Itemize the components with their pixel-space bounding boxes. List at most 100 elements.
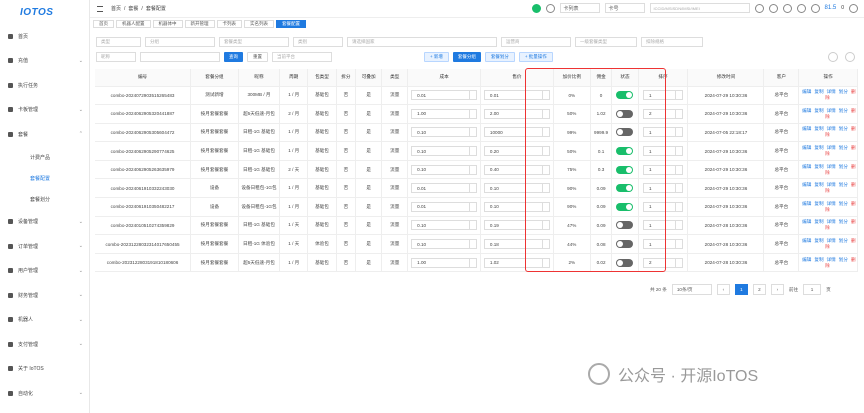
add-button[interactable]: + 新增	[424, 52, 449, 62]
action-2[interactable]: 详情	[827, 89, 836, 94]
action-1[interactable]: 复制	[814, 219, 823, 224]
filter-select-0[interactable]: 类型	[96, 37, 141, 47]
goto-input[interactable]: 1	[803, 284, 822, 295]
stepper-icon[interactable]	[674, 127, 682, 138]
sidebar2-5[interactable]: 支付管理 ⌄	[0, 332, 89, 357]
sort-input[interactable]: 1	[642, 146, 683, 157]
save-icon[interactable]	[545, 3, 555, 13]
sort-input[interactable]: 1	[642, 164, 683, 175]
font-size-icon[interactable]	[810, 3, 820, 13]
stepper-icon[interactable]	[469, 239, 476, 250]
help-icon[interactable]	[531, 3, 541, 13]
name-input-2[interactable]	[140, 52, 220, 62]
cost-input[interactable]: 1.00	[411, 108, 478, 119]
status-toggle[interactable]	[616, 202, 634, 211]
action-0[interactable]: 编辑	[802, 108, 811, 113]
action-3[interactable]: 划分	[839, 89, 848, 94]
cost-input[interactable]: 0.10	[411, 164, 478, 175]
reset-button[interactable]: 重置	[247, 52, 268, 62]
stepper-icon[interactable]	[541, 220, 549, 231]
page-size-select[interactable]: 10条/页	[671, 284, 712, 295]
cost-input[interactable]: 0.01	[411, 90, 478, 101]
tab-6[interactable]: 套餐配置	[276, 20, 306, 28]
status-toggle[interactable]	[616, 258, 634, 267]
tab-0[interactable]: 首页	[93, 20, 114, 28]
cost-input[interactable]: 0.10	[411, 127, 478, 138]
fullscreen-icon[interactable]	[796, 3, 806, 13]
card-type-select[interactable]: 卡号	[604, 3, 645, 13]
stepper-icon[interactable]	[469, 90, 476, 101]
sort-input[interactable]: 1	[642, 239, 683, 250]
action-1[interactable]: 复制	[814, 108, 823, 113]
cloud-icon[interactable]	[768, 3, 778, 13]
action-3[interactable]: 划分	[839, 182, 848, 187]
action-1[interactable]: 复制	[814, 126, 823, 131]
action-3[interactable]: 划分	[839, 238, 848, 243]
search-input[interactable]: ICCID/MSISDN/IMSI/IMEI	[649, 3, 750, 13]
stepper-icon[interactable]	[674, 257, 682, 268]
sidebar2-2[interactable]: 用户管理 ⌄	[0, 259, 89, 284]
action-3[interactable]: 划分	[839, 164, 848, 169]
tab-5[interactable]: 实名列表	[244, 20, 274, 28]
sort-input[interactable]: 2	[642, 108, 683, 119]
stepper-icon[interactable]	[541, 146, 549, 157]
price-input[interactable]: 0.20	[483, 146, 550, 157]
cost-input[interactable]: 0.10	[411, 146, 478, 157]
submenu-item-0[interactable]: 计费产品	[0, 147, 89, 168]
action-0[interactable]: 编辑	[802, 219, 811, 224]
group-button[interactable]: 套餐分组	[452, 52, 481, 62]
sidebar-1[interactable]: 充值 ⌄	[0, 49, 89, 74]
sidebar-2[interactable]: 执行任务	[0, 73, 89, 98]
settings-icon[interactable]	[845, 52, 855, 62]
sidebar2-7[interactable]: 自动化 ⌄	[0, 381, 89, 406]
stepper-icon[interactable]	[674, 239, 682, 250]
stepper-icon[interactable]	[674, 90, 682, 101]
action-2[interactable]: 详情	[827, 182, 836, 187]
cost-input[interactable]: 0.10	[411, 239, 478, 250]
action-3[interactable]: 划分	[839, 257, 848, 262]
action-1[interactable]: 复制	[814, 164, 823, 169]
stepper-icon[interactable]	[541, 201, 549, 212]
price-input[interactable]: 0.40	[483, 164, 550, 175]
tab-1[interactable]: 机器人配置	[116, 20, 151, 28]
lang-select[interactable]: 0	[841, 5, 844, 11]
tab-4[interactable]: 卡列表	[216, 20, 242, 28]
action-0[interactable]: 编辑	[802, 126, 811, 131]
stepper-icon[interactable]	[469, 220, 476, 231]
action-1[interactable]: 复制	[814, 257, 823, 262]
cost-input[interactable]: 0.01	[411, 201, 478, 212]
logo[interactable]: IOTOS	[0, 0, 89, 24]
filter-select-4[interactable]: 请选择国家	[347, 37, 497, 47]
submenu-item-2[interactable]: 套餐划分	[0, 189, 89, 210]
stepper-icon[interactable]	[674, 183, 682, 194]
action-2[interactable]: 详情	[827, 126, 836, 131]
action-3[interactable]: 划分	[839, 201, 848, 206]
status-toggle[interactable]	[616, 184, 634, 193]
filter-select-5[interactable]: 运营商	[501, 37, 571, 47]
status-toggle[interactable]	[616, 109, 634, 118]
action-1[interactable]: 复制	[814, 145, 823, 150]
price-input[interactable]: 0.01	[483, 90, 550, 101]
stepper-icon[interactable]	[469, 183, 476, 194]
action-2[interactable]: 详情	[827, 238, 836, 243]
prev-page-button[interactable]: ‹	[716, 284, 730, 295]
batch-button[interactable]: + 批量操作	[518, 52, 553, 62]
status-toggle[interactable]	[616, 165, 634, 174]
menu-toggle-icon[interactable]	[97, 5, 103, 12]
tab-3[interactable]: 新开管理	[184, 20, 215, 28]
stepper-icon[interactable]	[541, 183, 549, 194]
cost-input[interactable]: 1.00	[411, 257, 478, 268]
price-input[interactable]: 10000	[483, 127, 550, 138]
price-input[interactable]: 1.02	[483, 257, 550, 268]
action-2[interactable]: 详情	[827, 219, 836, 224]
action-3[interactable]: 划分	[839, 145, 848, 150]
stepper-icon[interactable]	[541, 127, 549, 138]
status-toggle[interactable]	[616, 91, 634, 100]
breadcrumb-item[interactable]: 首页	[111, 6, 121, 12]
filter-select-6[interactable]: 一级套餐类型	[575, 37, 637, 47]
user-avatar[interactable]	[849, 3, 858, 13]
price-input[interactable]: 2.00	[483, 108, 550, 119]
stepper-icon[interactable]	[469, 257, 476, 268]
divide-button[interactable]: 套餐划分	[484, 52, 515, 62]
status-toggle[interactable]	[616, 221, 634, 230]
